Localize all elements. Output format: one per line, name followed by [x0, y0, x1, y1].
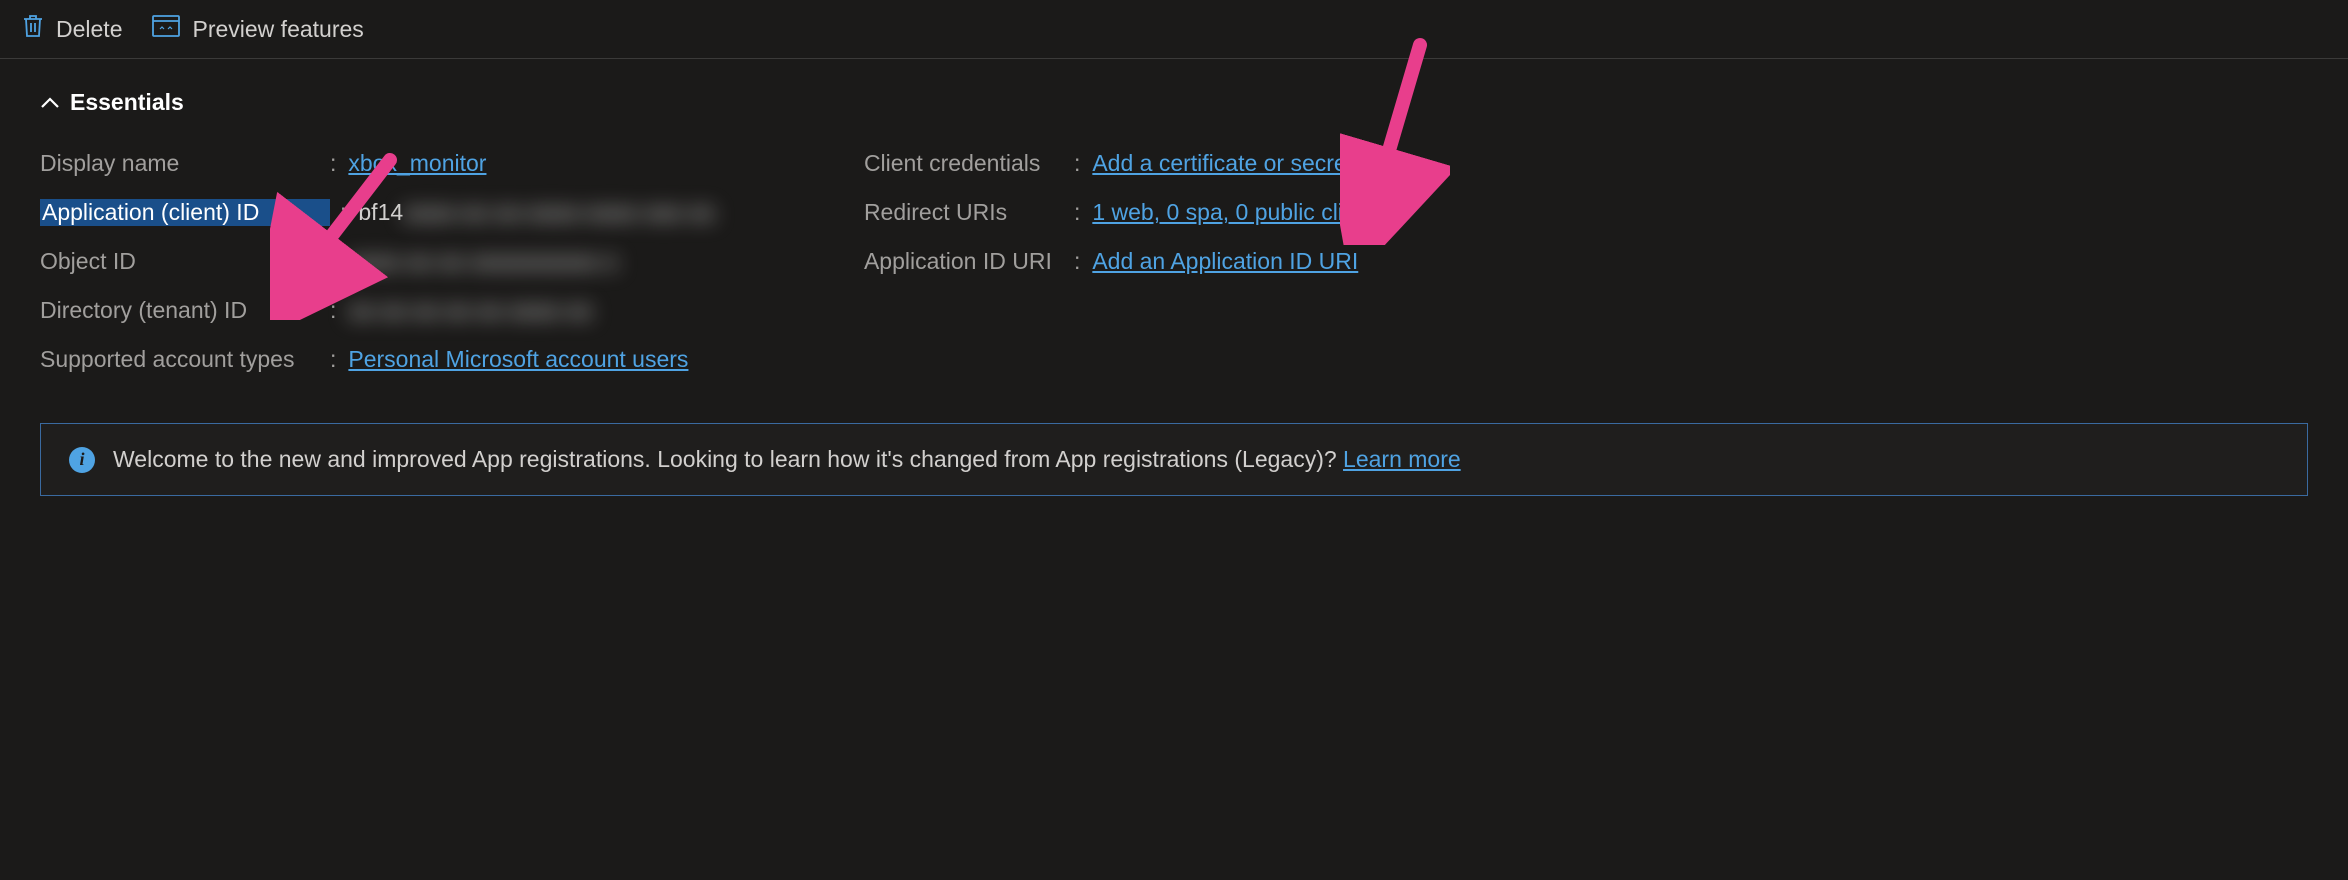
application-id-value: bf14aaaa-aa aa-aaaa-aaaa aaa aa	[358, 199, 714, 226]
app-id-uri-label: Application ID URI	[864, 248, 1074, 275]
essentials-panel: Essentials Display name : xbox_monitor A…	[0, 59, 2348, 373]
display-name-label: Display name	[40, 150, 330, 177]
learn-more-link[interactable]: Learn more	[1343, 446, 1461, 472]
row-app-id-uri: Application ID URI : Add an Application …	[864, 248, 1375, 275]
redirect-uris-link[interactable]: 1 web, 0 spa, 0 public client	[1092, 199, 1375, 226]
supported-types-link[interactable]: Personal Microsoft account users	[348, 346, 688, 373]
add-certificate-link[interactable]: Add a certificate or secret	[1092, 150, 1353, 177]
row-supported-types: Supported account types : Personal Micro…	[40, 346, 714, 373]
delete-label: Delete	[56, 16, 122, 43]
row-object-id: Object ID : aaaa aa aa aaaaaaaaaa a	[40, 248, 714, 275]
preview-label: Preview features	[192, 16, 363, 43]
row-application-id: Application (client) ID : bf14aaaa-aa aa…	[40, 199, 714, 226]
delete-button[interactable]: Delete	[22, 14, 122, 44]
tenant-id-value: aa aa aa aa aa aaaa aa	[348, 297, 591, 324]
row-tenant-id: Directory (tenant) ID : aa aa aa aa aa a…	[40, 297, 714, 324]
tenant-id-label: Directory (tenant) ID	[40, 297, 330, 324]
row-client-credentials: Client credentials : Add a certificate o…	[864, 150, 1375, 177]
command-bar: Delete Preview features	[0, 0, 2348, 59]
essentials-toggle[interactable]: Essentials	[40, 89, 2308, 116]
object-id-label: Object ID	[40, 248, 330, 275]
display-name-link[interactable]: xbox_monitor	[348, 150, 486, 177]
row-display-name: Display name : xbox_monitor	[40, 150, 714, 177]
preview-icon	[152, 15, 180, 43]
row-redirect-uris: Redirect URIs : 1 web, 0 spa, 0 public c…	[864, 199, 1375, 226]
essentials-right-column: Client credentials : Add a certificate o…	[864, 150, 1375, 373]
chevron-up-icon	[40, 89, 60, 116]
info-icon: i	[69, 447, 95, 473]
essentials-left-column: Display name : xbox_monitor Application …	[40, 150, 714, 373]
client-credentials-label: Client credentials	[864, 150, 1074, 177]
preview-features-button[interactable]: Preview features	[152, 15, 363, 43]
supported-types-label: Supported account types	[40, 346, 330, 373]
redirect-uris-label: Redirect URIs	[864, 199, 1074, 226]
info-banner-text: Welcome to the new and improved App regi…	[113, 446, 1461, 473]
object-id-value: aaaa aa aa aaaaaaaaaa a	[348, 248, 617, 275]
trash-icon	[22, 14, 44, 44]
essentials-title: Essentials	[70, 89, 184, 116]
application-id-label: Application (client) ID	[40, 199, 330, 226]
add-app-id-uri-link[interactable]: Add an Application ID URI	[1092, 248, 1358, 275]
info-banner: i Welcome to the new and improved App re…	[40, 423, 2308, 496]
